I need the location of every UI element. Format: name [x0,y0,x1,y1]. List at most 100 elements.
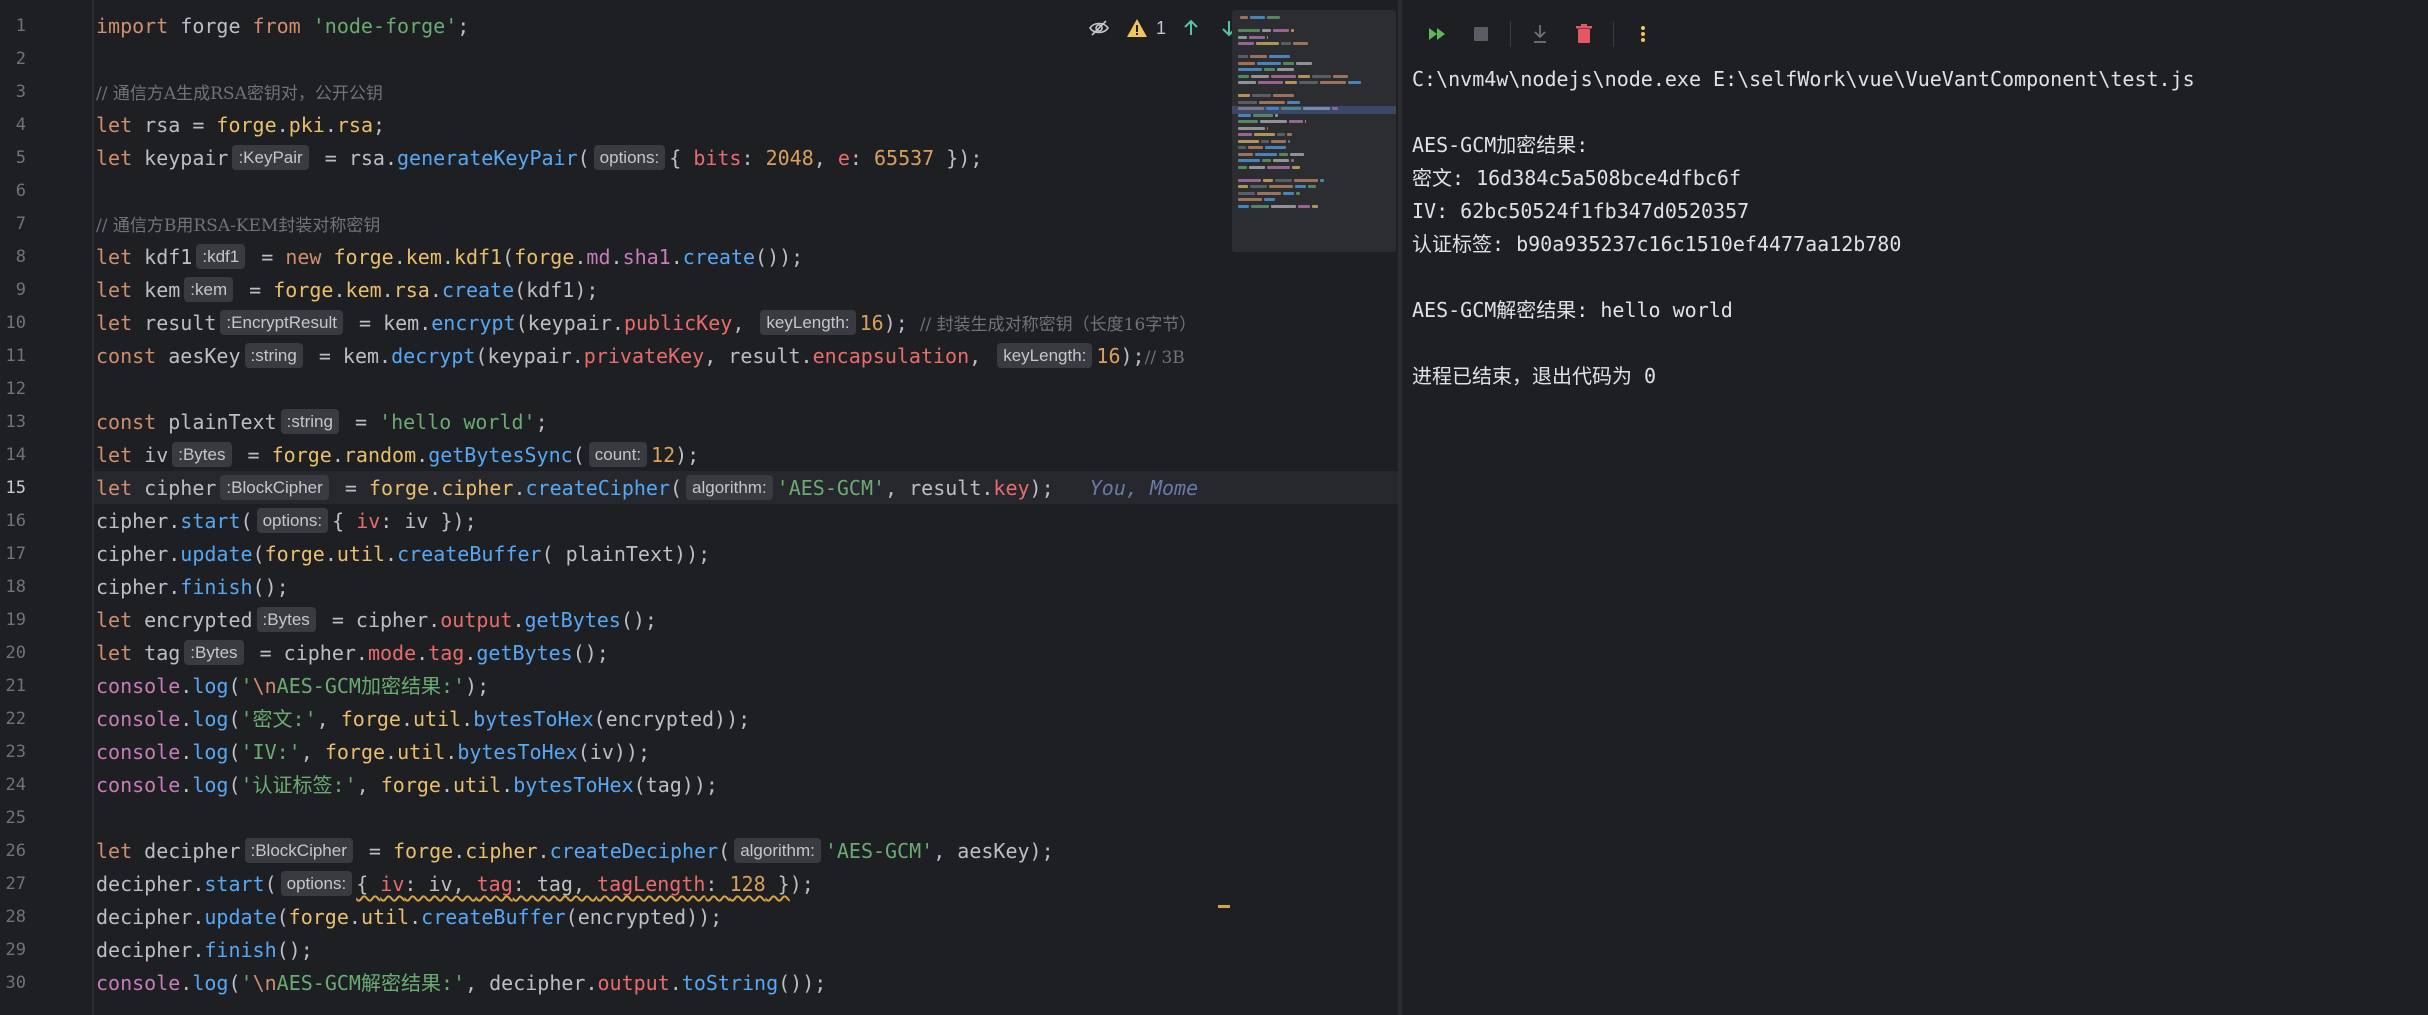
code-area[interactable]: import forge from 'node-forge'; // 通信方A生成… [96,0,1232,1015]
line-number[interactable]: 28 [0,901,26,934]
line-number[interactable]: 3 [0,76,26,109]
line-number[interactable]: 1 [0,10,26,43]
inlay-hint: :string [244,343,303,368]
line-number[interactable]: 29 [0,934,26,967]
minimap-line [1291,29,1294,32]
code-line[interactable]: cipher.start(options:{ iv: iv }); [96,505,1232,538]
code-token: 'node-forge' [312,14,458,38]
code-minimap[interactable] [1232,10,1396,252]
code-line[interactable] [96,43,1232,76]
code-line[interactable]: let cipher:BlockCipher = forge.cipher.cr… [96,472,1232,505]
code-line[interactable] [96,373,1232,406]
line-number[interactable]: 14 [0,439,26,472]
code-line[interactable]: decipher.update(forge.util.createBuffer(… [96,901,1232,934]
line-number[interactable]: 8 [0,241,26,274]
code-line[interactable]: let kdf1:kdf1 = new forge.kem.kdf1(forge… [96,241,1232,274]
line-number[interactable]: 27 [0,868,26,901]
code-line[interactable]: let encrypted:Bytes = cipher.output.getB… [96,604,1232,637]
code-line[interactable]: console.log('认证标签:', forge.util.bytesToH… [96,769,1232,802]
code-token: (); [572,641,609,665]
reader-mode-icon[interactable] [1086,15,1112,41]
code-line[interactable]: import forge from 'node-forge'; [96,10,1232,43]
line-number[interactable]: 6 [0,175,26,208]
code-line[interactable]: const aesKey:string = kem.decrypt(keypai… [96,340,1232,373]
code-line[interactable]: console.log('\nAES-GCM加密结果:'); [96,670,1232,703]
code-line[interactable]: let rsa = forge.pki.rsa; [96,109,1232,142]
code-token: util [360,905,410,929]
arrow-up-icon[interactable] [1178,15,1204,41]
code-line[interactable]: let kem:kem = forge.kem.rsa.create(kdf1)… [96,274,1232,307]
code-token: ( [718,839,731,863]
line-number[interactable]: 21 [0,670,26,703]
code-line[interactable]: let iv:Bytes = forge.random.getBytesSync… [96,439,1232,472]
code-token: . [331,443,344,467]
more-icon[interactable] [1628,19,1658,49]
code-line[interactable]: let tag:Bytes = cipher.mode.tag.getBytes… [96,637,1232,670]
line-number[interactable]: 16 [0,505,26,538]
line-number[interactable]: 23 [0,736,26,769]
code-token: generateKeyPair [397,146,578,170]
minimap-line [1238,159,1260,162]
code-line[interactable]: cipher.update(forge.util.createBuffer( p… [96,538,1232,571]
code-token: . [409,905,422,929]
line-number[interactable]: 19 [0,604,26,637]
code-token: forge [288,905,349,929]
line-number-gutter[interactable]: 1 2 3 4 5 6 7 8 9 10 11 12 13 14 15 16 17 18 19 20 21 22 23 24 2… [0,0,92,1015]
stop-icon[interactable] [1466,19,1496,49]
code-token: , [356,773,381,797]
code-token: : [741,146,766,170]
code-line[interactable]: console.log('\nAES-GCM解密结果:', decipher.o… [96,967,1232,1000]
minimap-line [1277,133,1285,136]
minimap-line [1271,139,1286,143]
line-number[interactable]: 25 [0,802,26,835]
code-line[interactable] [96,802,1232,835]
line-number[interactable]: 30 [0,967,26,1000]
line-number[interactable]: 7 [0,208,26,241]
line-number[interactable]: 2 [0,43,26,76]
code-token: cipher. [96,575,181,599]
line-number[interactable]: 15 [0,472,26,505]
minimap-viewport[interactable] [1232,106,1396,114]
line-number[interactable]: 22 [0,703,26,736]
code-editor[interactable]: 1 2 3 4 5 6 7 8 9 10 11 12 13 14 15 16 17 18 19 20 21 22 23 24 2… [0,0,1398,1015]
code-line[interactable]: decipher.finish(); [96,934,1232,967]
code-line[interactable]: console.log('密文:', forge.util.bytesToHex… [96,703,1232,736]
code-token: ( [228,971,241,995]
code-line[interactable]: console.log('IV:', forge.util.bytesToHex… [96,736,1232,769]
code-line[interactable]: const plainText:string = 'hello world'; [96,406,1232,439]
clear-icon[interactable] [1569,19,1599,49]
code-token: bytesToHex [473,707,594,731]
code-token: let [96,641,133,665]
code-token: util [413,707,462,731]
line-number[interactable]: 17 [0,538,26,571]
code-line[interactable]: let keypair:KeyPair = rsa.generateKeyPai… [96,142,1232,175]
line-number[interactable]: 5 [0,142,26,175]
minimap-line [1257,191,1281,195]
warning-icon[interactable] [1124,15,1150,41]
code-token: forge [216,113,277,137]
line-number[interactable]: 10 [0,307,26,340]
scroll-to-end-icon[interactable] [1525,19,1555,49]
code-line[interactable] [96,175,1232,208]
minimap-line [1283,61,1294,65]
code-line[interactable]: let result:EncryptResult = kem.encrypt(k… [96,307,1232,340]
code-token: . [180,740,193,764]
line-number[interactable]: 20 [0,637,26,670]
line-number[interactable]: 18 [0,571,26,604]
line-number[interactable]: 9 [0,274,26,307]
line-number[interactable]: 24 [0,769,26,802]
code-line[interactable]: // 通信方B用RSA-KEM封装对称密钥 [96,208,1232,241]
line-number[interactable]: 26 [0,835,26,868]
minimap-line [1298,204,1310,208]
line-number[interactable]: 12 [0,373,26,406]
line-number[interactable]: 4 [0,109,26,142]
line-number[interactable]: 13 [0,406,26,439]
code-line[interactable]: cipher.finish(); [96,571,1232,604]
inlay-hint: algorithm: [686,475,773,500]
rerun-icon[interactable] [1422,19,1452,49]
code-token: createDecipher [549,839,719,863]
code-line[interactable]: decipher.start(options:{ iv: iv, tag: ta… [96,868,1232,901]
code-line[interactable]: let decipher:BlockCipher = forge.cipher.… [96,835,1232,868]
line-number[interactable]: 11 [0,340,26,373]
code-line[interactable]: // 通信方A生成RSA密钥对，公开公钥 [96,76,1232,109]
